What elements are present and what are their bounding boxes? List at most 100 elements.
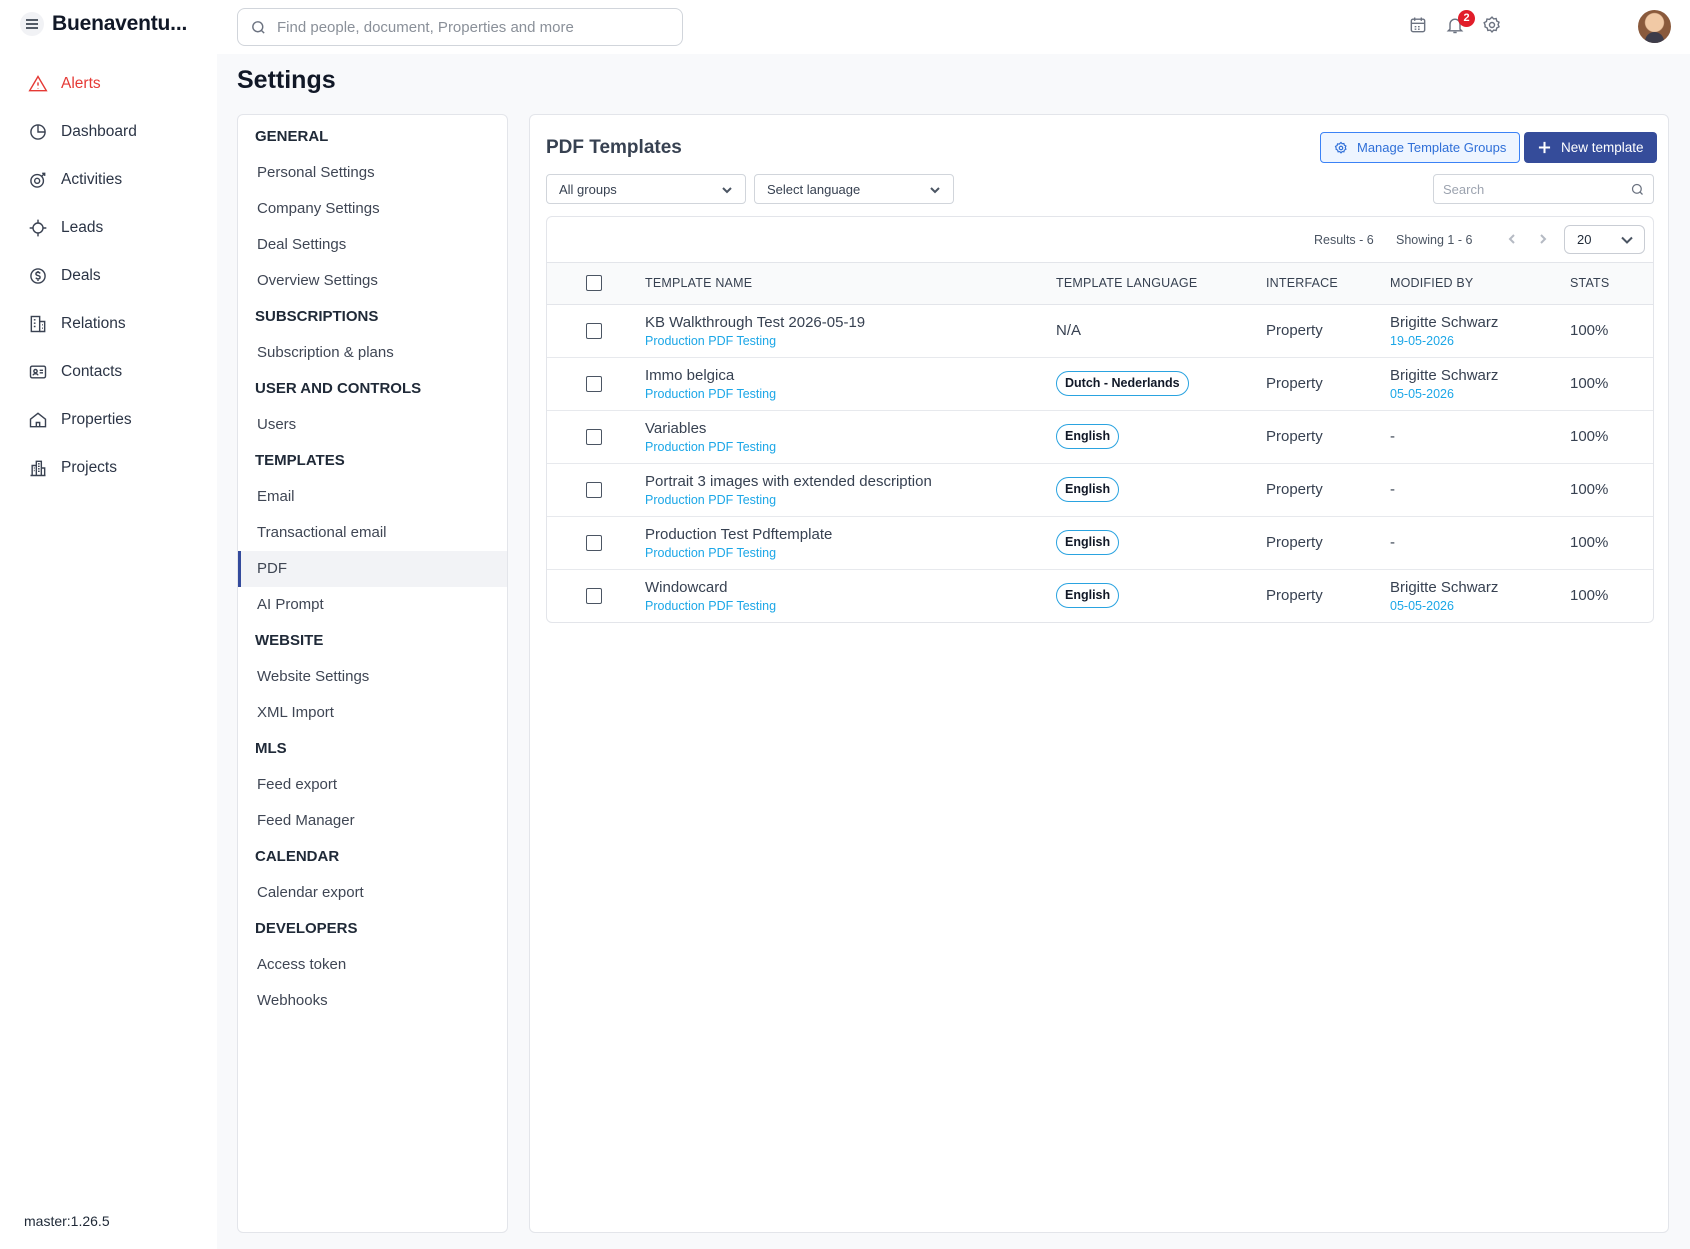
settings-section-heading: CALENDAR xyxy=(255,848,340,865)
template-language-cell: Dutch - Nederlands xyxy=(1056,357,1266,411)
manage-template-groups-label: Manage Template Groups xyxy=(1357,140,1507,155)
user-avatar[interactable] xyxy=(1638,10,1671,43)
nav-item-alerts[interactable]: Alerts xyxy=(0,60,217,108)
nav-item-deals[interactable]: Deals xyxy=(0,252,217,300)
column-header-interface[interactable]: INTERFACE xyxy=(1266,263,1390,305)
template-search[interactable] xyxy=(1433,174,1654,204)
row-checkbox[interactable] xyxy=(586,376,602,393)
template-name-link[interactable]: Variables xyxy=(645,420,1056,438)
language-badge: English xyxy=(1056,477,1120,502)
template-group-link[interactable]: Production PDF Testing xyxy=(645,440,1056,454)
prev-page-button[interactable] xyxy=(1506,232,1520,246)
chevron-down-icon xyxy=(722,187,732,194)
row-checkbox[interactable] xyxy=(586,429,602,446)
template-group-link[interactable]: Production PDF Testing xyxy=(645,334,1056,348)
settings-item-website-settings[interactable]: Website Settings xyxy=(238,659,507,695)
select-all-checkbox[interactable] xyxy=(586,275,602,292)
calendar-button[interactable] xyxy=(1408,15,1430,37)
next-page-button[interactable] xyxy=(1537,232,1551,246)
modified-date: 05-05-2026 xyxy=(1390,598,1454,613)
settings-item-company-settings[interactable]: Company Settings xyxy=(238,191,507,227)
stats-cell: 100% xyxy=(1570,569,1653,622)
notifications-button[interactable]: 2 xyxy=(1445,10,1475,37)
table-row[interactable]: Production Test Pdftemplate Production PD… xyxy=(547,516,1653,570)
search-icon xyxy=(1631,183,1643,195)
template-group-link[interactable]: Production PDF Testing xyxy=(645,599,1056,613)
nav-item-activities[interactable]: Activities xyxy=(0,156,217,204)
settings-item-overview-settings[interactable]: Overview Settings xyxy=(238,263,507,299)
settings-section-heading: SUBSCRIPTIONS xyxy=(255,308,379,325)
settings-item-feed-export[interactable]: Feed export xyxy=(238,767,507,803)
template-name-link[interactable]: KB Walkthrough Test 2026-05-19 xyxy=(645,314,1056,332)
contacts-icon xyxy=(29,365,47,379)
nav-item-leads[interactable]: Leads xyxy=(0,204,217,252)
row-checkbox[interactable] xyxy=(586,535,602,552)
column-header-template-name[interactable]: TEMPLATE NAME xyxy=(645,263,1056,305)
per-page-select[interactable]: 20 xyxy=(1564,225,1645,254)
template-group-link[interactable]: Production PDF Testing xyxy=(645,546,1056,560)
settings-item-users[interactable]: Users xyxy=(238,407,507,443)
settings-item-access-token[interactable]: Access token xyxy=(238,947,507,983)
settings-item-webhooks[interactable]: Webhooks xyxy=(238,983,507,1019)
table-row[interactable]: Portrait 3 images with extended descript… xyxy=(547,463,1653,517)
template-name-cell: Portrait 3 images with extended descript… xyxy=(645,463,1056,517)
settings-item-xml-import[interactable]: XML Import xyxy=(238,695,507,731)
settings-item-transactional-email[interactable]: Transactional email xyxy=(238,515,507,551)
interface-cell: Property xyxy=(1266,304,1390,358)
template-name-link[interactable]: Portrait 3 images with extended descript… xyxy=(645,473,1056,491)
template-language-cell: English xyxy=(1056,569,1266,622)
nav-item-contacts[interactable]: Contacts xyxy=(0,348,217,396)
modified-by-cell: Brigitte Schwarz 19-05-2026 xyxy=(1390,304,1570,358)
modified-by-cell: - xyxy=(1390,410,1570,464)
settings-item-calendar-export[interactable]: Calendar export xyxy=(238,875,507,911)
nav-item-label: Leads xyxy=(61,219,104,236)
template-name-link[interactable]: Production Test Pdftemplate xyxy=(645,526,1056,544)
hamburger-menu-button[interactable] xyxy=(20,12,44,36)
column-header-modified-by[interactable]: MODIFIED BY xyxy=(1390,263,1570,305)
global-search-input[interactable] xyxy=(277,18,657,36)
nav-item-relations[interactable]: Relations xyxy=(0,300,217,348)
settings-item-pdf[interactable]: PDF xyxy=(238,551,507,587)
panel-title: PDF Templates xyxy=(546,137,682,158)
table-row[interactable]: Immo belgica Production PDF Testing Dutch … xyxy=(547,357,1653,411)
manage-template-groups-button[interactable]: Manage Template Groups xyxy=(1320,132,1521,163)
nav-item-projects[interactable]: Projects xyxy=(0,444,217,492)
row-checkbox[interactable] xyxy=(586,588,602,605)
row-checkbox[interactable] xyxy=(586,482,602,499)
template-group-link[interactable]: Production PDF Testing xyxy=(645,387,1056,401)
nav-item-label: Deals xyxy=(61,267,101,284)
settings-button[interactable] xyxy=(1482,15,1504,37)
column-header-template-language[interactable]: TEMPLATE LANGUAGE xyxy=(1056,263,1266,305)
relations-icon xyxy=(30,315,46,333)
stats-value: 100% xyxy=(1570,587,1609,605)
settings-item-deal-settings[interactable]: Deal Settings xyxy=(238,227,507,263)
template-name-link[interactable]: Windowcard xyxy=(645,579,1056,597)
nav-item-dashboard[interactable]: Dashboard xyxy=(0,108,217,156)
stats-cell: 100% xyxy=(1570,516,1653,570)
stats-value: 100% xyxy=(1570,534,1609,551)
settings-item-ai-prompt[interactable]: AI Prompt xyxy=(238,587,507,623)
template-search-input[interactable] xyxy=(1443,181,1623,197)
settings-item-personal-settings[interactable]: Personal Settings xyxy=(238,155,507,191)
plus-icon xyxy=(1538,141,1551,154)
settings-item-subscription-plans[interactable]: Subscription & plans xyxy=(238,335,507,371)
template-group-link[interactable]: Production PDF Testing xyxy=(645,493,1056,507)
settings-item-email[interactable]: Email xyxy=(238,479,507,515)
global-search[interactable] xyxy=(237,8,683,46)
table-row[interactable]: Variables Production PDF Testing English Pr… xyxy=(547,410,1653,464)
nav-item-properties[interactable]: Properties xyxy=(0,396,217,444)
table-row[interactable]: Windowcard Production PDF Testing English P… xyxy=(547,569,1653,622)
column-header-stats[interactable]: STATS xyxy=(1570,263,1653,305)
page-title: Settings xyxy=(237,66,336,94)
template-name-link[interactable]: Immo belgica xyxy=(645,367,1056,385)
new-template-button[interactable]: New template xyxy=(1524,132,1657,163)
settings-item-feed-manager[interactable]: Feed Manager xyxy=(238,803,507,839)
row-select-cell xyxy=(547,516,645,570)
brand-name[interactable]: Buenaventu... xyxy=(52,12,187,36)
group-select[interactable]: All groups xyxy=(546,174,746,204)
language-select[interactable]: Select language xyxy=(754,174,954,204)
calendar-icon xyxy=(1410,17,1426,33)
stats-value: 100% xyxy=(1570,481,1609,498)
table-row[interactable]: KB Walkthrough Test 2026-05-19 Production… xyxy=(547,304,1653,358)
row-checkbox[interactable] xyxy=(586,323,602,340)
